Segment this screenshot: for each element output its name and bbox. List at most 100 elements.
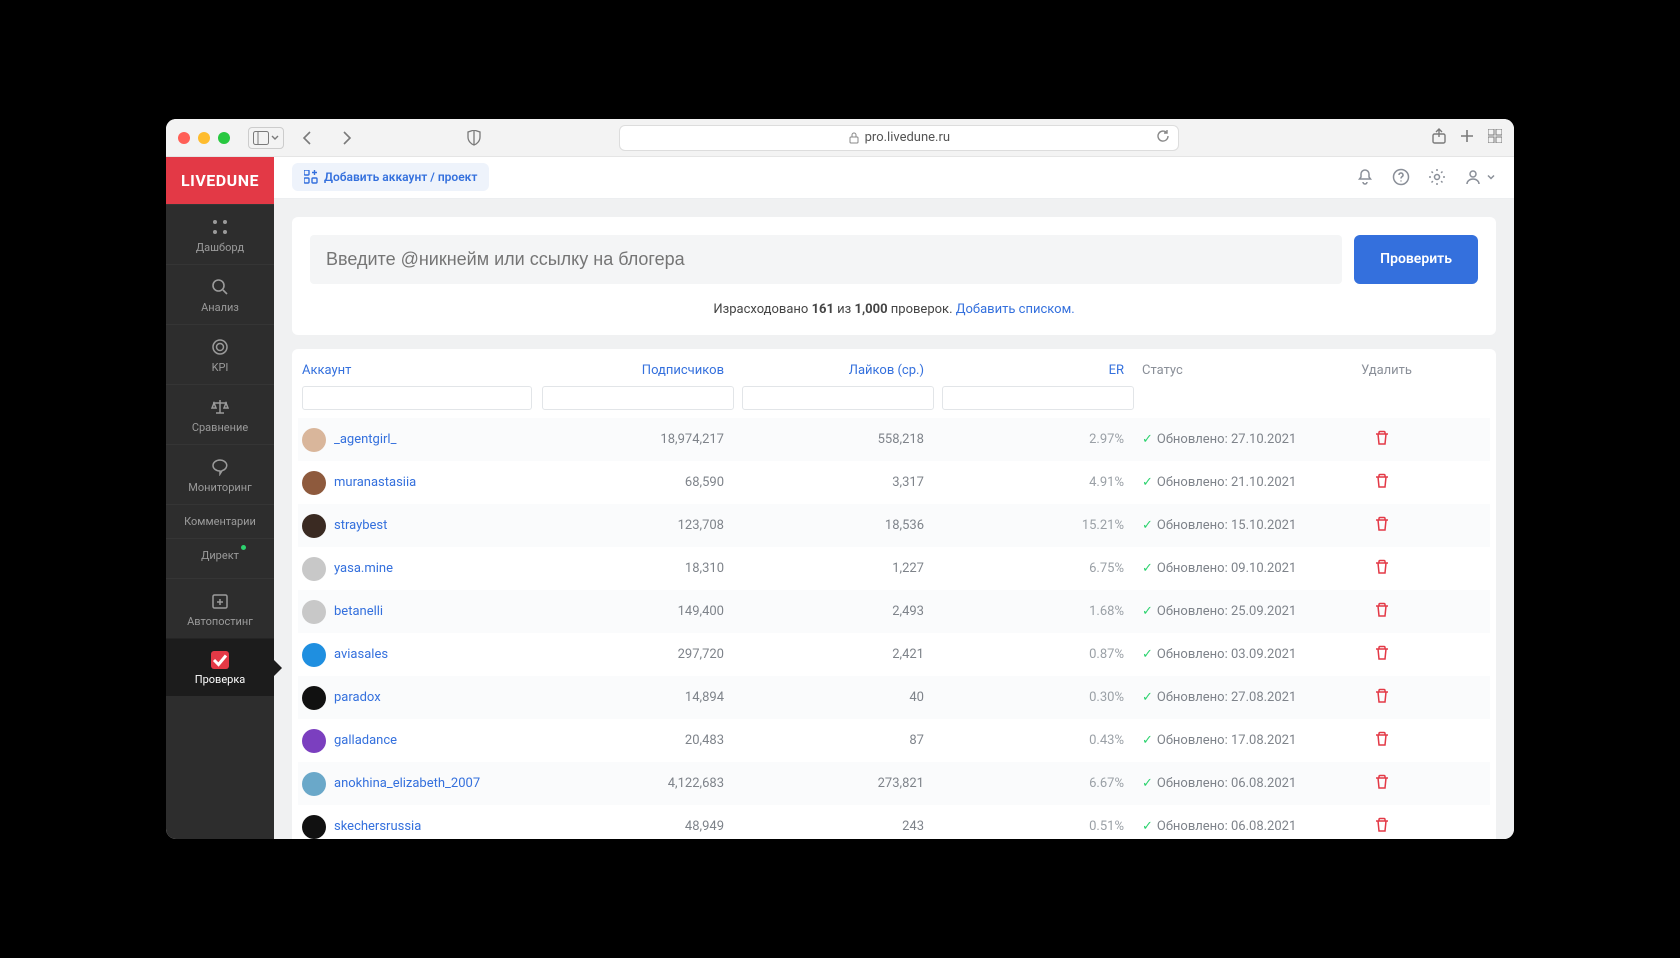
account-cell: muranastasiia: [302, 471, 542, 495]
delete-button[interactable]: [1352, 559, 1412, 579]
dashboard-icon: [210, 217, 230, 237]
nav-label: Дашборд: [196, 241, 244, 254]
nav-compare[interactable]: Сравнение: [166, 384, 274, 444]
sidebar-toggle-button[interactable]: [248, 127, 284, 149]
nav-direct[interactable]: Директ: [166, 538, 274, 572]
delete-button[interactable]: [1352, 473, 1412, 493]
delete-button[interactable]: [1352, 516, 1412, 536]
account-link[interactable]: straybest: [334, 518, 387, 533]
account-link[interactable]: galladance: [334, 733, 397, 748]
er-value: 1.68%: [942, 604, 1142, 619]
nav-analysis[interactable]: Анализ: [166, 264, 274, 324]
profile-menu[interactable]: [1464, 168, 1496, 186]
add-list-link[interactable]: Добавить списком.: [956, 302, 1075, 317]
add-account-button[interactable]: Добавить аккаунт / проект: [292, 163, 489, 191]
nav-label: Анализ: [201, 301, 239, 314]
likes-value: 40: [742, 690, 942, 705]
delete-button[interactable]: [1352, 430, 1412, 450]
browser-back-button[interactable]: [294, 126, 322, 150]
followers-value: 20,483: [542, 733, 742, 748]
nav-check[interactable]: Проверка: [166, 638, 274, 696]
account-link[interactable]: betanelli: [334, 604, 383, 619]
delete-button[interactable]: [1352, 602, 1412, 622]
status-text: Обновлено: 06.08.2021: [1157, 776, 1296, 791]
grid-plus-icon: [304, 170, 318, 184]
delete-button[interactable]: [1352, 817, 1412, 837]
status-text: Обновлено: 25.09.2021: [1157, 604, 1296, 619]
followers-value: 14,894: [542, 690, 742, 705]
notifications-icon[interactable]: [1356, 168, 1374, 186]
status-cell: ✓ Обновлено: 15.10.2021: [1142, 518, 1352, 533]
nav-monitoring[interactable]: Мониторинг: [166, 444, 274, 504]
check-icon: ✓: [1142, 647, 1153, 662]
settings-icon[interactable]: [1428, 168, 1446, 186]
account-link[interactable]: muranastasiia: [334, 475, 416, 490]
account-link[interactable]: skechersrussia: [334, 819, 421, 834]
blogger-search-input[interactable]: [310, 235, 1342, 284]
status-text: Обновлено: 06.08.2021: [1157, 819, 1296, 834]
account-cell: aviasales: [302, 643, 542, 667]
check-button-label: Проверить: [1380, 251, 1452, 267]
check-icon: ✓: [1142, 475, 1153, 490]
nav-dashboard[interactable]: Дашборд: [166, 204, 274, 264]
filter-account-input[interactable]: [302, 386, 532, 410]
delete-button[interactable]: [1352, 645, 1412, 665]
table-row: straybest 123,708 18,536 15.21% ✓ Обновл…: [298, 504, 1490, 547]
chat-icon: [210, 457, 230, 477]
trash-icon: [1374, 774, 1390, 790]
account-cell: _agentgirl_: [302, 428, 542, 452]
account-cell: anokhina_elizabeth_2007: [302, 772, 542, 796]
tab-overview-icon[interactable]: [1488, 128, 1502, 148]
search-card: Проверить Израсходовано 161 из 1,000 про…: [292, 217, 1496, 335]
new-tab-icon[interactable]: [1460, 128, 1474, 148]
er-value: 0.87%: [942, 647, 1142, 662]
browser-forward-button[interactable]: [332, 126, 360, 150]
trash-icon: [1374, 731, 1390, 747]
delete-button[interactable]: [1352, 774, 1412, 794]
delete-button[interactable]: [1352, 731, 1412, 751]
topbar: Добавить аккаунт / проект: [274, 157, 1514, 199]
followers-value: 48,949: [542, 819, 742, 834]
share-icon[interactable]: [1432, 128, 1446, 148]
likes-value: 243: [742, 819, 942, 834]
column-followers[interactable]: Подписчиков: [542, 363, 742, 378]
shield-icon[interactable]: [460, 126, 488, 150]
nav-autoposting[interactable]: Автопостинг: [166, 578, 274, 638]
column-likes[interactable]: Лайков (ср.): [742, 363, 942, 378]
window-minimize-button[interactable]: [198, 132, 210, 144]
account-link[interactable]: anokhina_elizabeth_2007: [334, 776, 480, 791]
nav-label: KPI: [212, 361, 229, 374]
check-icon: ✓: [1142, 776, 1153, 791]
main: Добавить аккаунт / проект Проверить: [274, 157, 1514, 839]
filter-er-input[interactable]: [942, 386, 1134, 410]
account-cell: paradox: [302, 686, 542, 710]
avatar: [302, 428, 326, 452]
check-icon: ✓: [1142, 819, 1153, 834]
column-er[interactable]: ER: [942, 363, 1142, 378]
reload-icon[interactable]: [1156, 129, 1170, 147]
delete-button[interactable]: [1352, 688, 1412, 708]
filter-followers-input[interactable]: [542, 386, 734, 410]
likes-value: 3,317: [742, 475, 942, 490]
status-text: Обновлено: 27.10.2021: [1157, 432, 1296, 447]
window-zoom-button[interactable]: [218, 132, 230, 144]
column-account[interactable]: Аккаунт: [302, 363, 542, 378]
account-link[interactable]: yasa.mine: [334, 561, 393, 576]
status-cell: ✓ Обновлено: 27.10.2021: [1142, 432, 1352, 447]
address-bar[interactable]: pro.livedune.ru: [619, 125, 1179, 151]
nav-kpi[interactable]: KPI: [166, 324, 274, 384]
account-cell: skechersrussia: [302, 815, 542, 839]
nav-comments[interactable]: Комментарии: [166, 504, 274, 538]
filter-likes-input[interactable]: [742, 386, 934, 410]
table-row: paradox 14,894 40 0.30% ✓ Обновлено: 27.…: [298, 676, 1490, 719]
account-link[interactable]: paradox: [334, 690, 381, 705]
help-icon[interactable]: [1392, 168, 1410, 186]
search-icon: [210, 277, 230, 297]
chevron-down-icon: [1486, 172, 1496, 182]
likes-value: 2,493: [742, 604, 942, 619]
nav-label: Проверка: [195, 673, 246, 686]
account-link[interactable]: _agentgirl_: [334, 432, 396, 447]
account-link[interactable]: aviasales: [334, 647, 388, 662]
window-close-button[interactable]: [178, 132, 190, 144]
check-button[interactable]: Проверить: [1354, 235, 1478, 284]
